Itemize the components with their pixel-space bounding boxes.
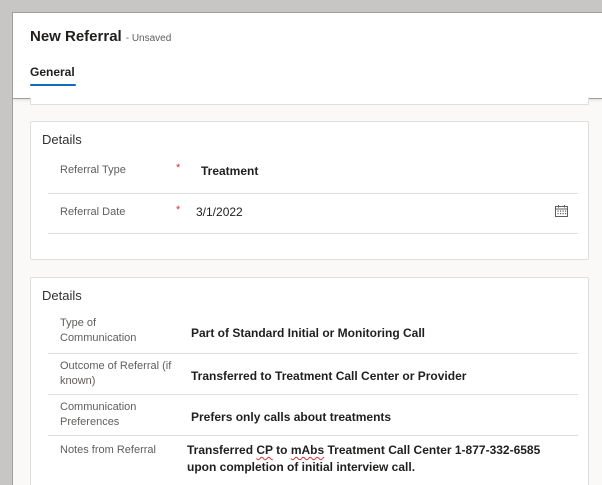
notes-from-referral-value[interactable]: Transferred CP to mAbs Treatment Call Ce… [187,442,540,476]
title-row: New Referral - Unsaved [30,28,171,45]
field-row-referral-type[interactable]: Referral Type * Treatment [48,154,578,194]
misspelled-word: mAbs [290,443,325,457]
field-label: Notes from Referral [60,444,156,456]
previous-section-bottom [30,97,589,105]
required-indicator: * [176,204,181,216]
field-label: Type of Communication [60,316,136,346]
section-title: Details [42,132,82,147]
field-row-communication-preferences[interactable]: Communication Preferences Prefers only c… [48,395,578,436]
label-line: Communication [60,401,137,413]
save-status: - Unsaved [125,33,172,44]
required-indicator: * [176,162,181,174]
notes-text: to [272,443,291,457]
field-label: Outcome of Referral (if known) [60,359,171,389]
page-title: New Referral [30,28,122,45]
notes-text: Transferred [187,443,257,457]
referral-type-value[interactable]: Treatment [201,163,258,180]
type-of-communication-value[interactable]: Part of Standard Initial or Monitoring C… [191,325,425,342]
details-section-referral: Details Referral Type * Treatment Referr… [30,121,589,260]
field-row-type-of-communication[interactable]: Type of Communication Part of Standard I… [48,313,578,354]
calendar-icon[interactable] [555,205,568,217]
label-line: Preferences [60,416,120,428]
details-section-communication: Details Type of Communication Part of St… [30,277,589,485]
notes-text: upon completion of initial interview cal… [187,460,416,474]
label-line: Outcome of Referral (if [60,360,172,372]
communication-preferences-value[interactable]: Prefers only calls about treatments [191,409,391,426]
active-tab-indicator [30,84,76,86]
label-line: Communication [60,332,137,344]
label-line: Type of [60,317,97,329]
field-row-outcome-of-referral[interactable]: Outcome of Referral (if known) Transferr… [48,354,578,395]
form-window: New Referral - Unsaved General Details R… [12,12,602,485]
field-row-notes-from-referral[interactable]: Notes from Referral Transferred CP to mA… [48,436,578,485]
field-label: Referral Date [60,206,126,218]
section-title: Details [42,288,82,303]
notes-text: Treatment Call Center 1-877-332-6585 [324,443,541,457]
field-row-referral-date[interactable]: Referral Date * 3/1/2022 [48,194,578,234]
tab-general[interactable]: General [30,65,75,79]
referral-date-input[interactable]: 3/1/2022 [196,204,243,221]
form-header: New Referral - Unsaved General [13,13,602,99]
field-label: Communication Preferences [60,400,136,430]
field-label: Referral Type [60,164,126,176]
outcome-of-referral-value[interactable]: Transferred to Treatment Call Center or … [191,368,466,385]
label-line: known) [60,375,96,387]
misspelled-word: CP [256,443,273,457]
